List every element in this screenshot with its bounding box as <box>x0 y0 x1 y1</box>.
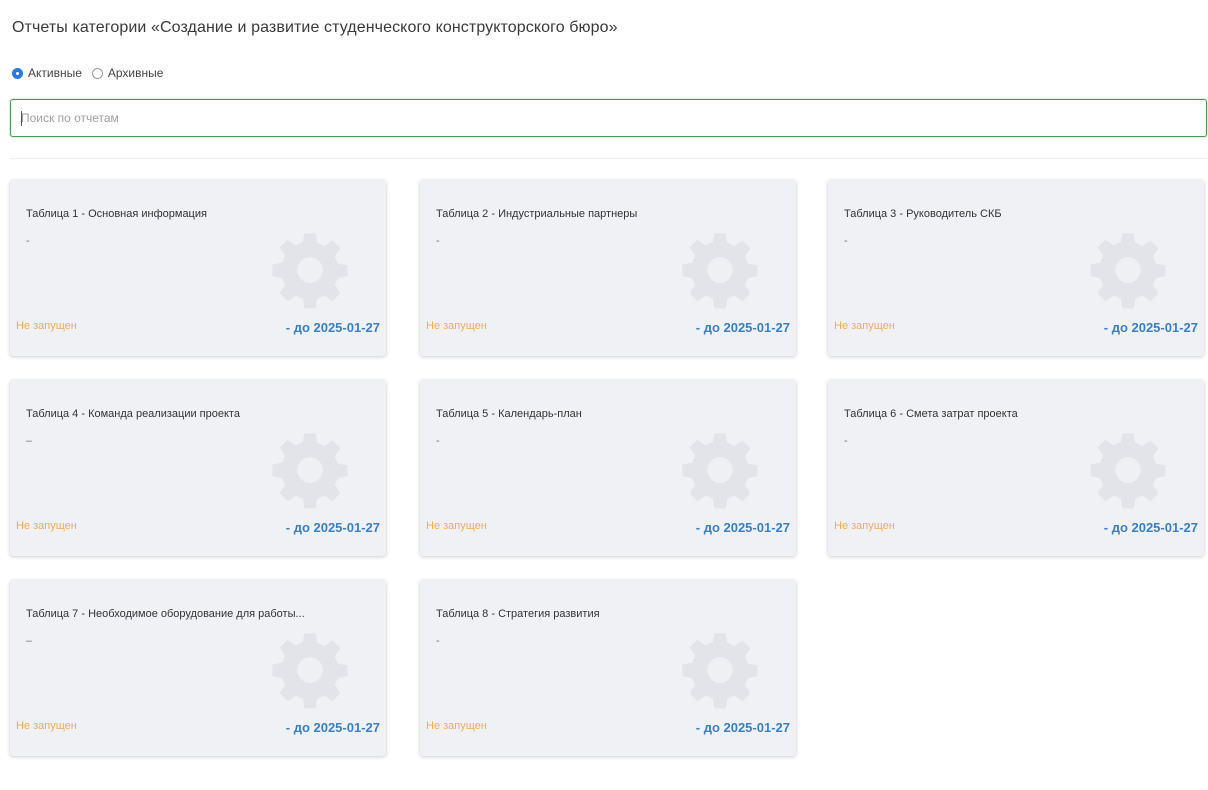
report-card-status: Не запущен <box>834 320 895 332</box>
report-card-3[interactable]: Таблица 3 - Руководитель СКБ - Не запуще… <box>828 180 1204 356</box>
report-card-title: Таблица 6 - Смета затрат проекта <box>844 408 1018 420</box>
report-card-8[interactable]: Таблица 8 - Стратегия развития - Не запу… <box>420 580 796 756</box>
gear-icon <box>1090 433 1166 509</box>
search-box <box>10 99 1207 137</box>
report-card-title: Таблица 3 - Руководитель СКБ <box>844 208 1002 220</box>
report-card-description: - <box>436 635 440 647</box>
gear-icon <box>272 233 348 309</box>
report-card-status: Не запущен <box>834 520 895 532</box>
report-card-4[interactable]: Таблица 4 - Команда реализации проекта –… <box>10 380 386 556</box>
report-card-7[interactable]: Таблица 7 - Необходимое оборудование для… <box>10 580 386 756</box>
report-card-6[interactable]: Таблица 6 - Смета затрат проекта - Не за… <box>828 380 1204 556</box>
report-card-deadline: - до 2025-01-27 <box>695 720 790 735</box>
report-card-deadline: - до 2025-01-27 <box>285 520 380 535</box>
report-card-deadline: - до 2025-01-27 <box>695 320 790 335</box>
report-card-status: Не запущен <box>16 520 77 532</box>
gear-icon <box>272 433 348 509</box>
report-card-title: Таблица 2 - Индустриальные партнеры <box>436 208 638 220</box>
report-card-description: - <box>26 235 30 247</box>
report-card-title: Таблица 8 - Стратегия развития <box>436 608 600 620</box>
gear-icon <box>682 433 758 509</box>
report-card-status: Не запущен <box>16 320 77 332</box>
report-card-deadline: - до 2025-01-27 <box>1103 320 1198 335</box>
report-card-2[interactable]: Таблица 2 - Индустриальные партнеры - Не… <box>420 180 796 356</box>
gear-icon <box>1090 233 1166 309</box>
filter-active-radio[interactable]: Активные <box>12 66 82 80</box>
report-card-status: Не запущен <box>426 320 487 332</box>
report-card-title: Таблица 4 - Команда реализации проекта <box>26 408 240 420</box>
report-card-title: Таблица 7 - Необходимое оборудование для… <box>26 608 305 620</box>
page-title: Отчеты категории «Создание и развитие ст… <box>12 19 618 36</box>
gear-icon <box>682 233 758 309</box>
status-filter: Активные Архивные <box>12 66 173 80</box>
report-card-status: Не запущен <box>16 720 77 732</box>
filter-archive-radio[interactable]: Архивные <box>91 66 164 80</box>
report-card-description: - <box>844 435 848 447</box>
report-card-description: - <box>844 235 848 247</box>
report-card-description: - <box>436 235 440 247</box>
text-cursor <box>21 111 22 126</box>
report-card-5[interactable]: Таблица 5 - Календарь-план - Не запущен … <box>420 380 796 556</box>
divider <box>10 158 1207 159</box>
report-card-title: Таблица 5 - Календарь-план <box>436 408 582 420</box>
reports-page: Отчеты категории «Создание и развитие ст… <box>0 0 1208 790</box>
radio-unchecked-icon[interactable] <box>91 67 103 79</box>
filter-active-label: Активные <box>28 66 82 80</box>
filter-archive-label: Архивные <box>107 66 164 80</box>
gear-icon <box>272 633 348 709</box>
search-input[interactable] <box>11 100 1206 136</box>
report-card-deadline: - до 2025-01-27 <box>695 520 790 535</box>
report-card-deadline: - до 2025-01-27 <box>1103 520 1198 535</box>
report-card-status: Не запущен <box>426 720 487 732</box>
report-card-deadline: - до 2025-01-27 <box>285 720 380 735</box>
report-card-status: Не запущен <box>426 520 487 532</box>
report-card-description: – <box>26 635 33 647</box>
report-card-title: Таблица 1 - Основная информация <box>26 208 207 220</box>
radio-checked-icon[interactable] <box>12 67 23 79</box>
report-card-1[interactable]: Таблица 1 - Основная информация - Не зап… <box>10 180 386 356</box>
report-card-description: – <box>26 435 33 447</box>
report-card-description: - <box>436 435 440 447</box>
gear-icon <box>682 633 758 709</box>
report-card-deadline: - до 2025-01-27 <box>285 320 380 335</box>
